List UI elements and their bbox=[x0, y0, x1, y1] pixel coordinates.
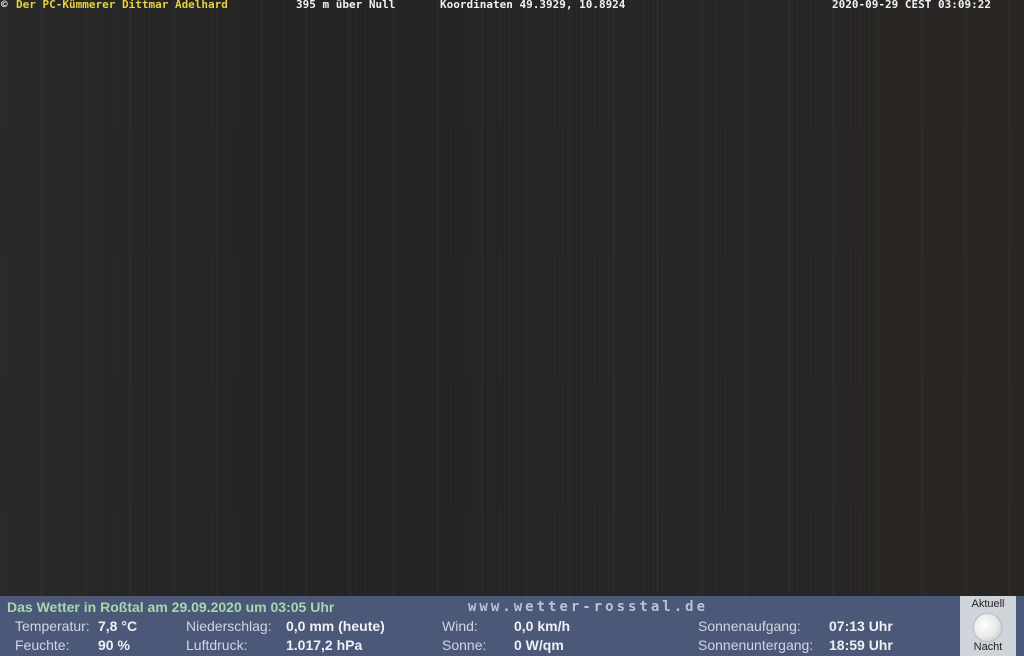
sunset-value: 18:59 Uhr bbox=[829, 637, 893, 653]
sunrise-value: 07:13 Uhr bbox=[829, 618, 893, 634]
sun-value: 0 W/qm bbox=[514, 637, 564, 653]
weather-panel: Das Wetter in Roßtal am 29.09.2020 um 03… bbox=[0, 596, 1024, 656]
moon-current-label: Aktuell bbox=[971, 598, 1005, 610]
camera-info-bar: © Der PC-Kümmerer Dittmar Adelhard 395 m… bbox=[0, 0, 1024, 11]
humidity-value: 90 % bbox=[98, 637, 130, 653]
camera-coordinates: Koordinaten 49.3929, 10.8924 bbox=[440, 0, 626, 11]
humidity-label: Feuchte: bbox=[15, 637, 70, 653]
temperature-value: 7,8 °C bbox=[98, 618, 138, 634]
wind-label: Wind: bbox=[442, 618, 478, 634]
pressure-label: Luftdruck: bbox=[186, 637, 248, 653]
weather-headline: Das Wetter in Roßtal am 29.09.2020 um 03… bbox=[7, 599, 335, 615]
camera-altitude: 395 m über Null bbox=[296, 0, 396, 11]
wind-value: 0,0 km/h bbox=[514, 618, 571, 634]
moon-phase-box: Aktuell Nacht bbox=[960, 596, 1016, 656]
sunrise-label: Sonnenaufgang: bbox=[698, 618, 801, 634]
precip-label: Niederschlag: bbox=[186, 618, 272, 634]
moon-icon bbox=[974, 614, 1001, 641]
precip-value: 0,0 mm (heute) bbox=[286, 618, 385, 634]
camera-author: Der PC-Kümmerer Dittmar Adelhard bbox=[16, 0, 228, 11]
temperature-label: Temperatur: bbox=[15, 618, 90, 634]
camera-timestamp: 2020-09-29 CEST 03:09:22 bbox=[832, 0, 991, 11]
pressure-value: 1.017,2 hPa bbox=[286, 637, 363, 653]
website-link[interactable]: www.wetter-rosstal.de bbox=[468, 599, 708, 615]
webcam-night-image bbox=[0, 0, 1024, 596]
sunset-label: Sonnenuntergang: bbox=[698, 637, 814, 653]
copyright-icon: © bbox=[1, 0, 8, 11]
sun-label: Sonne: bbox=[442, 637, 487, 653]
moon-night-label: Nacht bbox=[973, 641, 1003, 653]
